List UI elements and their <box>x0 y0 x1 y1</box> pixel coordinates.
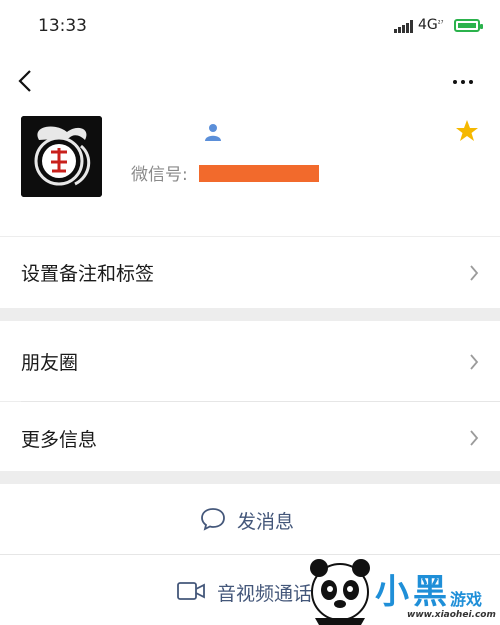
moments-item[interactable]: 朋友圈 <box>0 321 500 401</box>
person-icon <box>205 124 221 141</box>
chat-bubble-icon <box>201 508 225 531</box>
nav-bar <box>0 54 500 110</box>
moments-label: 朋友圈 <box>21 352 79 374</box>
panda-logo-icon <box>310 559 370 625</box>
wechat-id-label: 微信号: <box>131 165 188 185</box>
status-bar: 13:33 4G₂₇ <box>0 0 500 54</box>
send-message-label: 发消息 <box>237 511 295 533</box>
more-info-label: 更多信息 <box>21 429 98 451</box>
video-camera-icon <box>177 582 205 600</box>
chevron-right-icon <box>470 265 479 281</box>
remark-and-tags-item[interactable]: 设置备注和标签 <box>0 237 500 308</box>
watermark-text-1: 小 <box>375 572 409 612</box>
battery-icon <box>454 19 483 32</box>
watermark-text-3: 游戏 <box>450 590 483 609</box>
more-button[interactable] <box>446 68 480 94</box>
chevron-right-icon <box>470 354 479 370</box>
wechat-id-redacted <box>199 165 319 182</box>
profile-header: 微信号: <box>0 110 500 236</box>
more-info-item[interactable]: 更多信息 <box>0 402 500 471</box>
avatar[interactable] <box>21 116 102 197</box>
watermark-url: www.xiaohei.com <box>407 610 496 620</box>
signal-icon <box>394 20 414 33</box>
star-icon[interactable] <box>455 119 479 143</box>
av-call-label: 音视频通话 <box>217 583 313 605</box>
status-time: 13:33 <box>38 16 87 36</box>
chevron-right-icon <box>470 430 479 446</box>
remark-and-tags-label: 设置备注和标签 <box>21 263 155 285</box>
back-icon[interactable] <box>14 66 40 96</box>
network-type: 4G₂₇ <box>418 17 444 33</box>
xiaohei-watermark: 小 黑 游戏 www.xiaohei.com <box>305 552 500 625</box>
send-message-button[interactable]: 发消息 <box>0 484 500 554</box>
watermark-text-2: 黑 <box>413 572 447 612</box>
